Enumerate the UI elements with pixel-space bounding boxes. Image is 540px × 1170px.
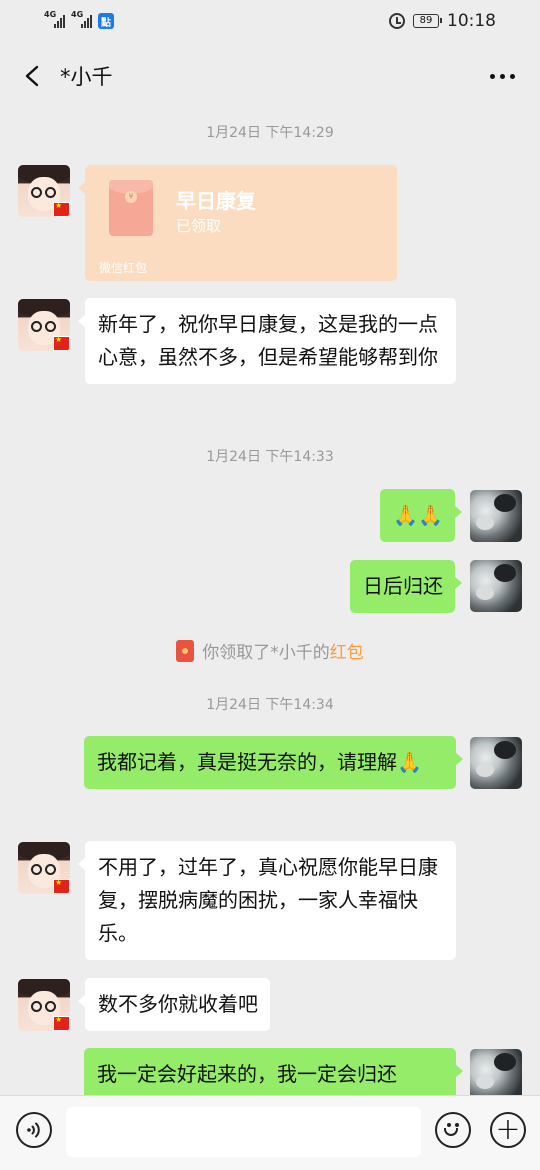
message-bubble-received[interactable]: 数不多你就收着吧	[78, 978, 270, 1031]
timestamp: 1月24日 下午14:29	[206, 125, 334, 141]
voice-icon	[27, 1122, 40, 1138]
red-packet-link[interactable]: 红包	[330, 643, 364, 663]
status-right: 89 10:18	[389, 11, 496, 31]
message-bubble-sent[interactable]: 我都记着，真是挺无奈的，请理解🙏	[84, 736, 463, 789]
red-packet-message[interactable]: ¥ 早日康复 已领取 微信红包	[78, 165, 397, 281]
chat-title: *小千	[60, 65, 113, 89]
emoji-icon	[441, 1118, 465, 1142]
plus-icon: +	[495, 1112, 521, 1147]
more-functions-button[interactable]: +	[490, 1112, 526, 1148]
more-icon[interactable]	[482, 61, 522, 91]
contact-avatar[interactable]	[18, 299, 70, 351]
system-notice: 你领取了*小千的红包	[0, 638, 540, 663]
status-left: 4G 4G 點	[44, 10, 114, 29]
message-bubble-sent[interactable]: 日后归还	[350, 560, 462, 613]
red-packet-title: 早日康复	[176, 189, 256, 213]
network-type-2: 4G	[71, 10, 84, 19]
contact-avatar[interactable]	[18, 979, 70, 1031]
red-packet-status: 已领取	[176, 217, 222, 235]
chat-header: *小千	[0, 42, 540, 110]
app-notification-icon: 點	[98, 13, 114, 29]
notice-text: 你领取了*小千的	[202, 643, 330, 663]
clock: 10:18	[447, 11, 496, 31]
my-avatar[interactable]	[470, 490, 522, 542]
alarm-icon	[389, 13, 405, 29]
network-type-1: 4G	[44, 10, 57, 19]
input-bar: +	[0, 1095, 540, 1170]
timestamp: 1月24日 下午14:33	[206, 449, 334, 465]
message-bubble-received[interactable]: 不用了，过年了，真心祝愿你能早日康复，摆脱病魔的困扰，一家人幸福快乐。	[78, 841, 456, 960]
message-bubble-sent[interactable]: 我一定会好起来的，我一定会归还	[84, 1048, 463, 1095]
contact-avatar[interactable]	[18, 165, 70, 217]
red-packet-footer: 微信红包	[99, 261, 148, 275]
red-packet-icon: ¥	[109, 180, 153, 236]
message-bubble-sent[interactable]: 🙏🙏	[380, 489, 462, 542]
red-packet-small-icon	[176, 640, 195, 662]
battery-icon: 89	[413, 14, 442, 28]
message-input[interactable]	[66, 1107, 421, 1157]
voice-button[interactable]	[16, 1112, 52, 1148]
timestamp: 1月24日 下午14:34	[206, 697, 334, 713]
message-list[interactable]: 1月24日 下午14:29 ¥ 早日康复 已领取 微信红包 新年了，祝你早日康复…	[0, 110, 540, 1095]
back-icon[interactable]	[18, 61, 48, 91]
message-bubble-received[interactable]: 新年了，祝你早日康复，这是我的一点心意，虽然不多，但是希望能够帮到你	[78, 298, 456, 384]
signal-icon: 4G	[44, 10, 65, 28]
contact-avatar[interactable]	[18, 842, 70, 894]
status-bar: 4G 4G 點 89 10:18	[0, 0, 540, 42]
my-avatar[interactable]	[470, 1049, 522, 1095]
signal-icon-2: 4G	[71, 10, 92, 28]
my-avatar[interactable]	[470, 560, 522, 612]
my-avatar[interactable]	[470, 737, 522, 789]
emoji-button[interactable]	[435, 1112, 471, 1148]
